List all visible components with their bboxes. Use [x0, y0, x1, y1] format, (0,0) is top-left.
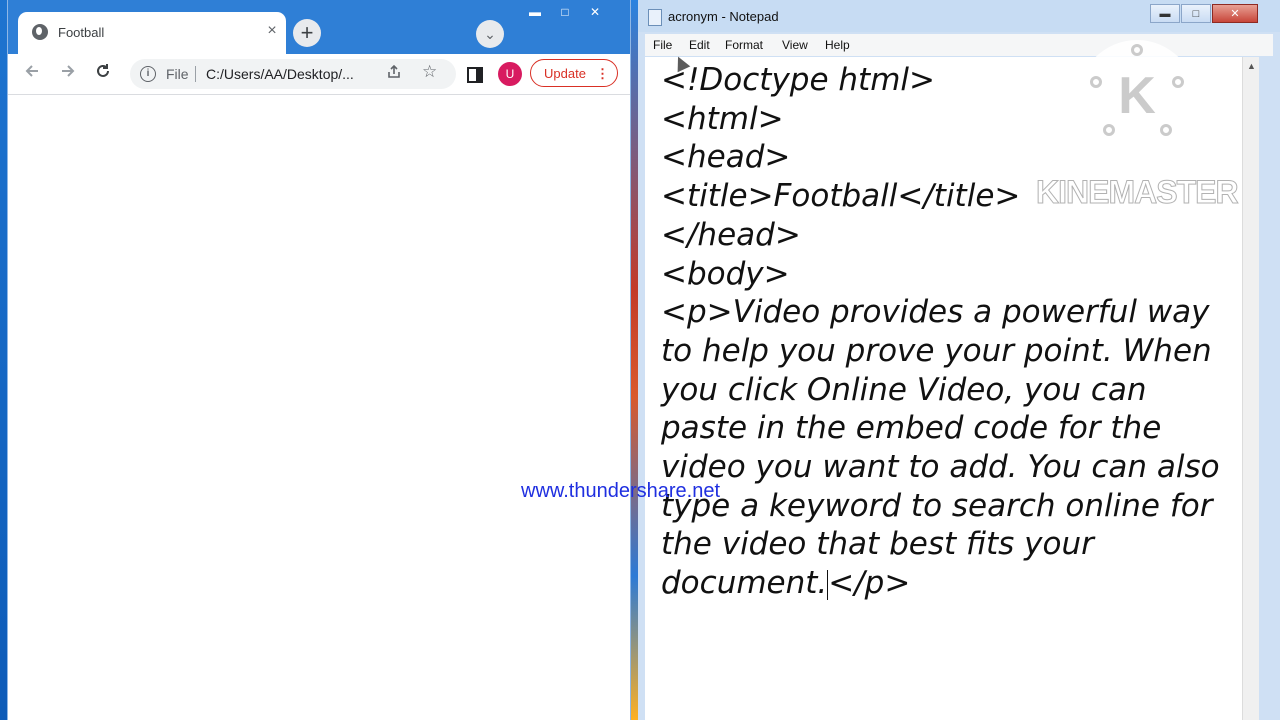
new-tab-button[interactable]: + — [293, 19, 321, 47]
address-scheme-label: File — [166, 66, 189, 82]
tab-title: Football — [58, 25, 105, 40]
notepad-close-button[interactable]: ✕ — [1212, 4, 1258, 23]
menu-view[interactable]: View — [782, 38, 808, 52]
info-icon[interactable]: i — [140, 66, 156, 82]
address-url[interactable]: C:/Users/AA/Desktop/... — [206, 66, 354, 82]
notepad-title: acronym - Notepad — [668, 9, 779, 24]
profile-avatar[interactable]: U — [498, 62, 522, 86]
menu-format[interactable]: Format — [725, 38, 763, 52]
globe-icon — [32, 24, 48, 40]
star-icon[interactable]: ☆ — [422, 62, 437, 82]
minimize-button[interactable]: ▬ — [520, 3, 550, 21]
notepad-text-area[interactable]: <!Doctype html> <html> <head> <title>Foo… — [645, 57, 1242, 720]
reload-icon[interactable] — [91, 62, 115, 86]
browser-window: Football × + ⌄ ▬ □ ✕ i File C:/Users/AA/… — [8, 0, 630, 720]
side-panel-icon[interactable] — [467, 67, 483, 83]
tab-close-icon[interactable]: × — [263, 22, 281, 40]
menu-help[interactable]: Help — [825, 38, 850, 52]
kinemaster-watermark: KINEMASTER — [1036, 174, 1240, 211]
logo-dot — [1131, 44, 1143, 56]
menu-file[interactable]: File — [653, 38, 672, 52]
update-label: Update — [544, 66, 586, 81]
back-icon[interactable] — [20, 62, 44, 86]
logo-dot — [1172, 76, 1184, 88]
more-menu-icon[interactable]: ⋮ — [596, 60, 609, 88]
logo-dot — [1090, 76, 1102, 88]
notepad-window-frame — [1259, 57, 1280, 720]
share-icon[interactable] — [386, 64, 402, 83]
notepad-maximize-button[interactable]: □ — [1181, 4, 1211, 23]
kinemaster-logo-letter: K — [1118, 67, 1156, 125]
browser-page-content — [8, 95, 630, 720]
browser-tab-strip: Football × + ⌄ ▬ □ ✕ — [8, 0, 630, 54]
close-button[interactable]: ✕ — [580, 3, 610, 21]
browser-window-controls: ▬ □ ✕ — [520, 3, 610, 21]
notepad-window-controls: ▬ □ ✕ — [1150, 4, 1259, 24]
notepad-vertical-scrollbar[interactable]: ▲ — [1242, 57, 1260, 720]
update-button[interactable]: Update ⋮ — [530, 59, 618, 87]
notepad-icon — [648, 9, 662, 26]
menu-edit[interactable]: Edit — [689, 38, 710, 52]
kinemaster-logo: K — [1078, 40, 1196, 158]
address-divider — [195, 66, 196, 82]
logo-dot — [1160, 124, 1172, 136]
notepad-minimize-button[interactable]: ▬ — [1150, 4, 1180, 23]
scroll-up-arrow-icon[interactable]: ▲ — [1247, 61, 1256, 71]
address-bar[interactable]: i File C:/Users/AA/Desktop/... ☆ — [130, 59, 456, 89]
maximize-button[interactable]: □ — [550, 3, 580, 21]
notepad-menu-bar: File Edit Format View Help — [645, 34, 1273, 56]
notepad-title-bar[interactable]: acronym - Notepad ▬ □ ✕ — [638, 0, 1280, 32]
browser-toolbar: i File C:/Users/AA/Desktop/... ☆ U Updat… — [8, 54, 630, 95]
logo-dot — [1103, 124, 1115, 136]
forward-icon[interactable] — [56, 62, 80, 86]
site-watermark: www.thundershare.net — [521, 480, 721, 502]
tab-search-button[interactable]: ⌄ — [476, 20, 504, 48]
browser-tab[interactable]: Football × — [18, 12, 286, 54]
notepad-text-after-cursor: </p> — [828, 565, 911, 602]
